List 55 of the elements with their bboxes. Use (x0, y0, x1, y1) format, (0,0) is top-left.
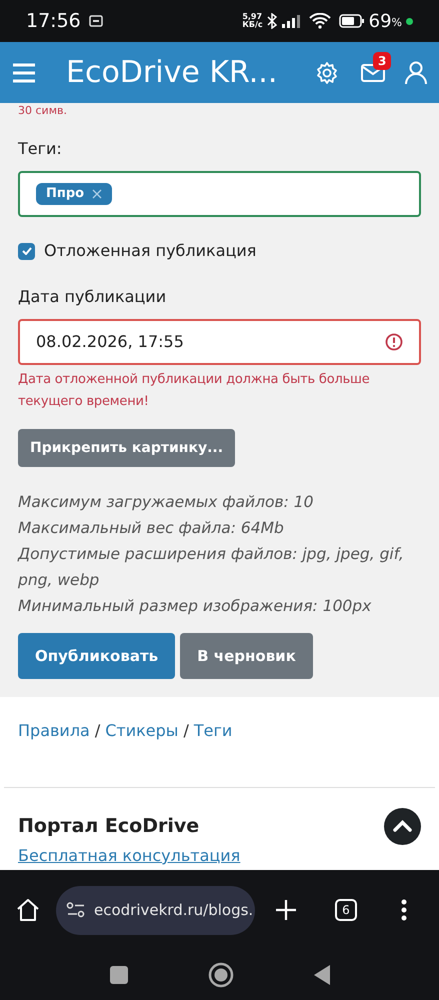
breadcrumb-separator: / (94, 720, 100, 742)
tag-label: Ппро (46, 185, 84, 204)
site-title: EcoDrive KR... (66, 54, 278, 92)
wifi-icon (308, 13, 331, 29)
home-icon[interactable] (16, 898, 40, 922)
menu-icon[interactable] (12, 62, 36, 82)
upload-note: Допустимые расширения файлов: jpg, jpeg, gif, png, webp (18, 544, 405, 591)
notification-badge: 3 (373, 52, 392, 70)
char-limit-note: 30 симв. (18, 104, 68, 117)
publish-button[interactable]: Опубликовать (18, 633, 176, 679)
draft-button[interactable]: В черновик (180, 633, 313, 679)
mail-icon[interactable] (361, 64, 385, 82)
field-label: Теги: (18, 138, 63, 160)
bluetooth-icon (266, 13, 277, 29)
error-icon (385, 333, 403, 351)
back-button[interactable] (314, 965, 330, 985)
battery-icon (338, 14, 365, 28)
status-time: 17:56 (26, 8, 81, 34)
footer-link[interactable]: Бесплатная консультация (0, 847, 439, 865)
network-speed: 5,97 (242, 13, 263, 21)
signal-icon (280, 14, 301, 28)
checkmark-icon (22, 247, 32, 255)
attach-image-button[interactable]: Прикрепить картинку... (18, 429, 236, 467)
upload-note: Минимальный размер изображения: 100px (18, 596, 372, 617)
breadcrumb-separator: / (183, 720, 189, 742)
user-icon[interactable] (405, 60, 427, 84)
breadcrumb-link[interactable]: Правила (18, 719, 90, 743)
close-icon[interactable] (92, 189, 102, 199)
section-heading: Портал EcoDrive (18, 814, 200, 840)
notification-icon (88, 15, 103, 27)
date-value: 08.02.2026, 17:55 (36, 331, 185, 353)
breadcrumb-link[interactable]: Стикеры (105, 719, 178, 743)
home-button[interactable] (208, 962, 234, 988)
upload-note: Максимальный вес файла: 64Mb (18, 518, 285, 539)
tags-field[interactable]: Ппро (18, 171, 421, 217)
settings-icon[interactable] (315, 60, 339, 84)
site-settings-icon[interactable] (66, 902, 86, 918)
address-bar[interactable]: ecodrivekrd.ru/blogs. (56, 886, 255, 934)
upload-note: Максимум загружаемых файлов: 10 (18, 492, 314, 513)
breadcrumb-link[interactable]: Теги (194, 719, 232, 743)
speed-unit: КБ/с (242, 21, 263, 29)
checkbox-label: Отложенная публикация (44, 240, 256, 262)
date-field[interactable]: 08.02.2026, 17:55 (18, 319, 421, 365)
battery-level: 69 (368, 10, 392, 34)
scroll-up-button[interactable] (384, 808, 421, 845)
more-icon[interactable] (401, 899, 407, 921)
checkbox[interactable] (18, 242, 35, 260)
tag-chip[interactable]: Ппро (36, 183, 112, 205)
battery-unit: % (392, 14, 402, 31)
field-label: Дата публикации (18, 286, 168, 308)
error-message: Дата отложенной публикации должна быть больше текущего времени! (18, 371, 371, 411)
new-tab-icon[interactable] (275, 899, 297, 921)
tab-count-button[interactable]: 6 (335, 899, 357, 921)
url-text: ecodrivekrd.ru/blogs. (94, 900, 254, 921)
recents-button[interactable] (110, 966, 128, 984)
